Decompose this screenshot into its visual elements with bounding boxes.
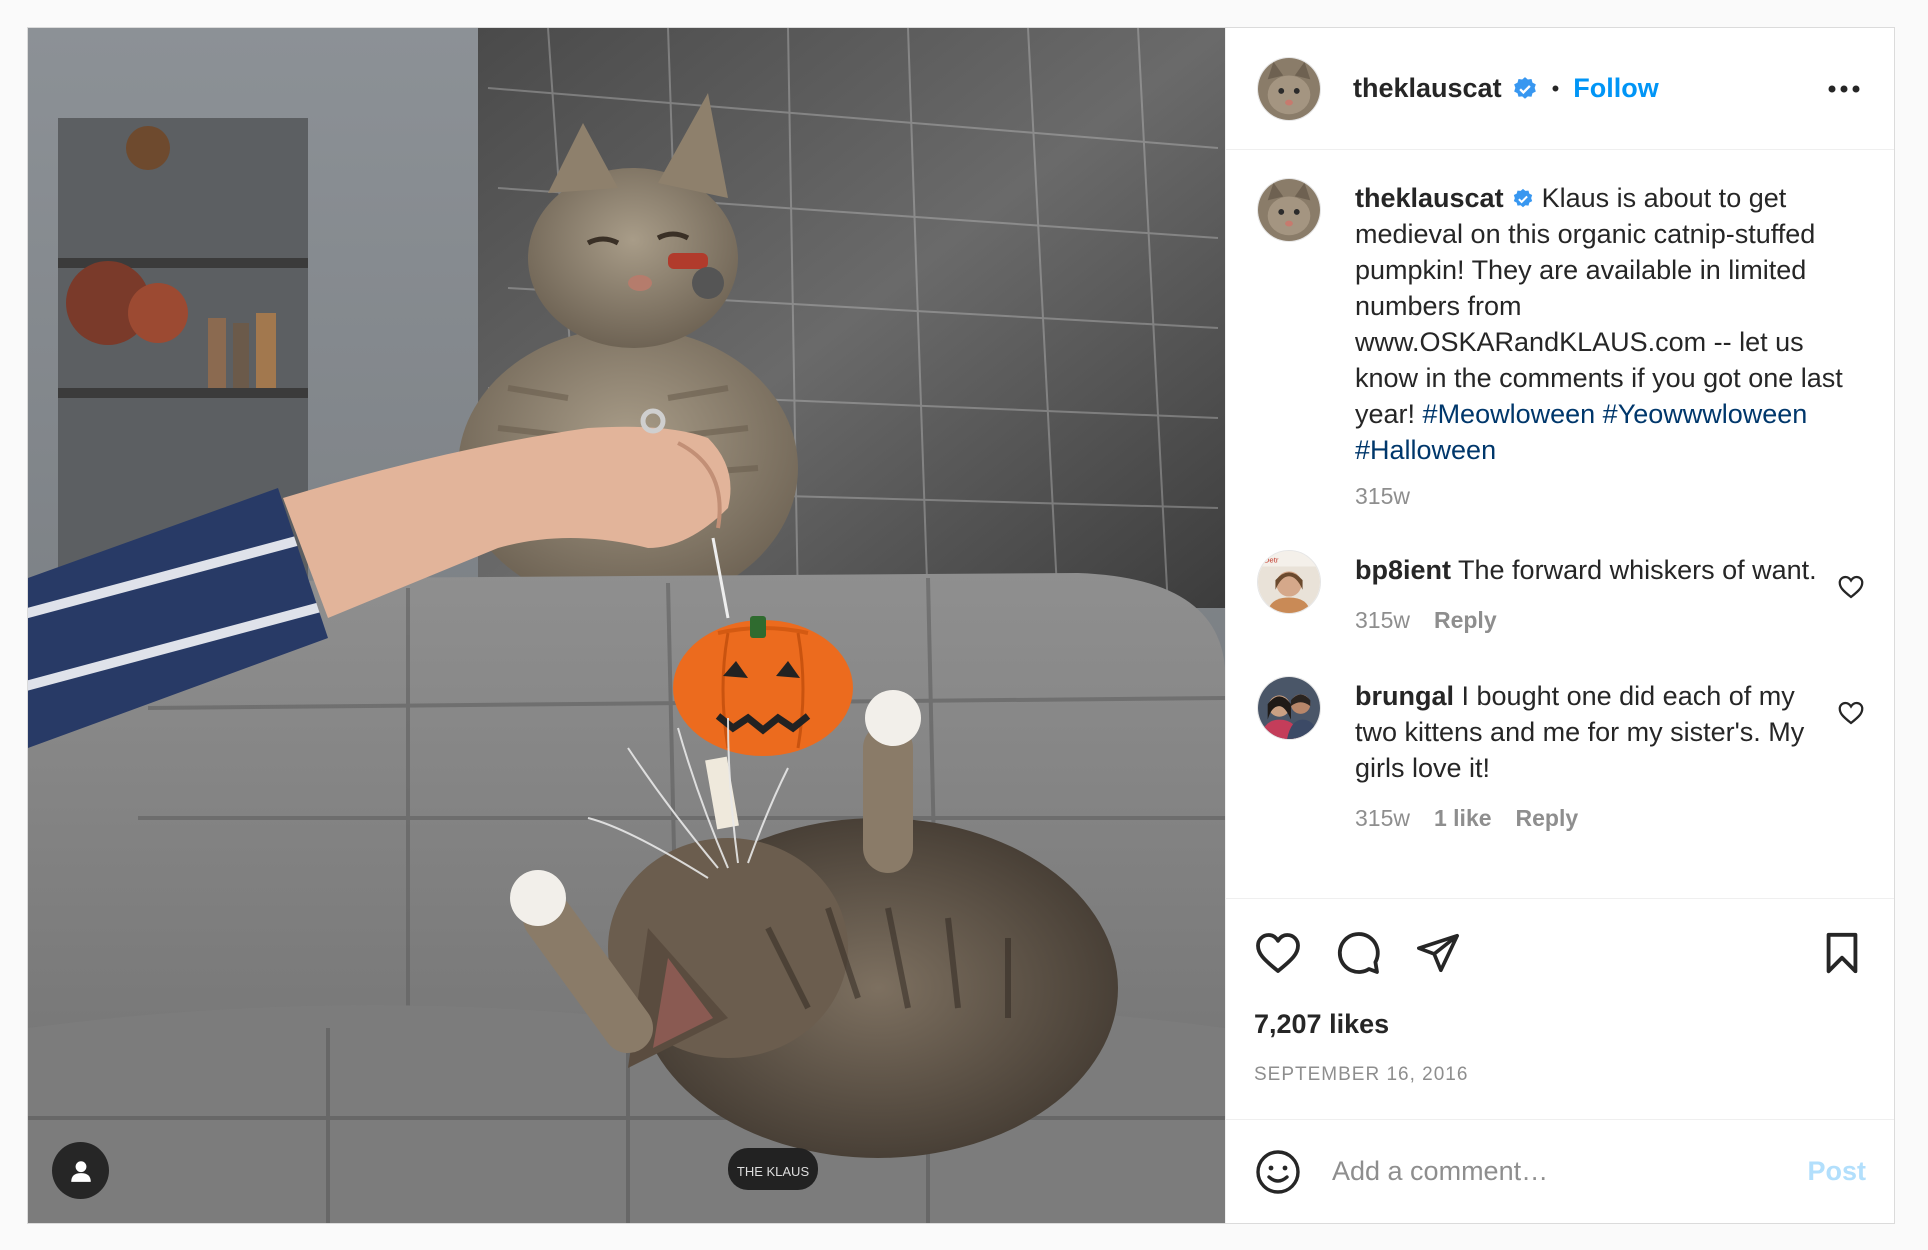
post-photo[interactable]: THE KLAUS	[28, 28, 1225, 1223]
commenter-username[interactable]: bp8ient	[1355, 555, 1451, 585]
post-actions: 7,207 likes SEPTEMBER 16, 2016	[1226, 898, 1894, 1119]
save-button[interactable]	[1818, 929, 1866, 977]
comment-icon	[1337, 932, 1380, 974]
verified-badge-icon	[1512, 76, 1538, 102]
caption-username[interactable]: theklauscat	[1355, 183, 1504, 213]
more-options-icon	[1828, 85, 1860, 92]
collar-tag-text: THE KLAUS	[737, 1164, 810, 1179]
follow-button[interactable]: Follow	[1573, 73, 1658, 104]
comment-item: brungal I bought one did each of my two …	[1257, 676, 1866, 836]
share-button[interactable]	[1414, 929, 1462, 977]
author-username[interactable]: theklauscat	[1353, 73, 1502, 104]
like-button[interactable]	[1254, 929, 1302, 977]
comment-body: brungal I bought one did each of my two …	[1355, 678, 1824, 836]
comment-like-icon[interactable]	[1836, 698, 1866, 728]
caption-body: theklauscat Klaus is about to get medieva…	[1355, 180, 1866, 514]
header-separator: •	[1551, 75, 1560, 101]
post-header: theklauscat • Follow	[1226, 28, 1894, 150]
caption-time[interactable]: 315w	[1355, 478, 1410, 514]
comment-likes-count[interactable]: 1 like	[1434, 800, 1492, 836]
commenter-avatar[interactable]: Detr	[1257, 550, 1321, 614]
post-card: THE KLAUS theklauscat • Follow theklausc…	[27, 27, 1895, 1224]
share-icon	[1417, 933, 1459, 973]
svg-text:Detr: Detr	[1264, 556, 1279, 565]
likes-count[interactable]: 7,207 likes	[1254, 1009, 1866, 1040]
comments-list[interactable]: theklauscat Klaus is about to get medieva…	[1226, 150, 1894, 898]
hashtag-link[interactable]: #Halloween	[1355, 435, 1496, 465]
caption-author-avatar[interactable]	[1257, 178, 1321, 242]
comment-text: The forward whiskers of want.	[1458, 555, 1817, 585]
post-image: THE KLAUS	[28, 28, 1225, 1223]
commenter-username[interactable]: brungal	[1355, 681, 1454, 711]
hashtag-link[interactable]: #Yeowwwloween	[1603, 399, 1808, 429]
emoji-icon[interactable]	[1254, 1148, 1302, 1196]
commenter-avatar[interactable]	[1257, 676, 1321, 740]
caption: theklauscat Klaus is about to get medieva…	[1257, 178, 1866, 514]
comment-item: Detr bp8ient The forward whiskers of wan…	[1257, 550, 1866, 638]
user-tag-button[interactable]	[52, 1142, 109, 1199]
comment-body: bp8ient The forward whiskers of want. 31…	[1355, 552, 1824, 638]
comment-input[interactable]	[1332, 1156, 1808, 1187]
caption-text: Klaus is about to get medieval on this o…	[1355, 183, 1843, 429]
author-avatar[interactable]	[1257, 56, 1321, 121]
add-comment-bar: Post	[1226, 1119, 1894, 1223]
action-icons	[1254, 929, 1866, 977]
comment-like-icon[interactable]	[1836, 572, 1866, 602]
comment-button[interactable]	[1334, 929, 1382, 977]
verified-badge-icon	[1512, 188, 1534, 210]
reply-button[interactable]: Reply	[1516, 800, 1579, 836]
hashtag-link[interactable]: #Meowloween	[1423, 399, 1596, 429]
save-icon	[1826, 932, 1858, 974]
comment-time[interactable]: 315w	[1355, 800, 1410, 836]
more-options-button[interactable]	[1822, 67, 1866, 111]
user-tag-icon	[70, 1160, 91, 1182]
reply-button[interactable]: Reply	[1434, 602, 1497, 638]
post-sidebar: theklauscat • Follow theklauscat Klaus i…	[1225, 28, 1894, 1223]
post-date[interactable]: SEPTEMBER 16, 2016	[1254, 1064, 1866, 1086]
comment-time[interactable]: 315w	[1355, 602, 1410, 638]
like-icon	[1256, 933, 1300, 973]
post-comment-button[interactable]: Post	[1807, 1156, 1866, 1187]
